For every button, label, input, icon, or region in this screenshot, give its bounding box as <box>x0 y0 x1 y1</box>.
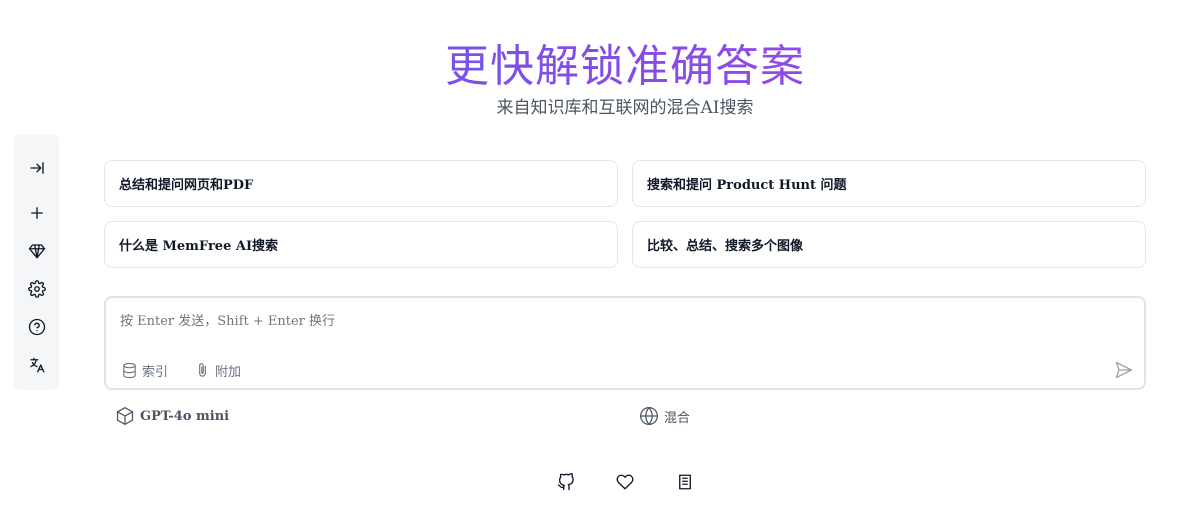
book-icon <box>679 474 691 490</box>
pricing-button[interactable] <box>24 238 49 263</box>
gear-icon <box>27 279 46 298</box>
settings-button[interactable] <box>24 276 49 301</box>
translate-icon <box>29 357 44 372</box>
model-label: GPT-4o mini <box>140 408 230 424</box>
search-box: 索引 附加 <box>104 296 1146 390</box>
help-button[interactable] <box>24 314 49 339</box>
plus-icon <box>30 206 43 219</box>
github-icon <box>557 473 574 491</box>
cube-icon <box>116 407 134 425</box>
suggestion-card[interactable]: 搜索和提问 Product Hunt 问题 <box>632 160 1146 207</box>
index-button[interactable]: 索引 <box>121 361 168 380</box>
search-mode-selector[interactable]: 混合 <box>639 406 690 426</box>
github-link[interactable] <box>556 472 576 492</box>
collapse-icon <box>29 161 44 174</box>
page-subtitle: 来自知识库和互联网的混合AI搜索 <box>496 98 754 118</box>
attach-button[interactable]: 附加 <box>194 361 241 380</box>
diamond-icon <box>28 243 45 258</box>
send-icon <box>1115 361 1133 379</box>
attach-label: 附加 <box>215 365 242 380</box>
sidebar <box>14 135 59 390</box>
heart-icon <box>616 474 634 490</box>
sponsor-link[interactable] <box>615 472 635 492</box>
suggestion-card[interactable]: 总结和提问网页和PDF <box>104 160 618 207</box>
model-selector[interactable]: GPT-4o mini <box>115 406 229 426</box>
page-title: 更快解锁准确答案 <box>0 30 1200 94</box>
globe-icon <box>640 407 658 425</box>
language-button[interactable] <box>24 352 49 377</box>
search-input[interactable] <box>120 314 1020 329</box>
collapse-sidebar-button[interactable] <box>24 155 49 180</box>
index-label: 索引 <box>142 365 169 380</box>
new-chat-button[interactable] <box>24 200 49 225</box>
database-icon <box>123 362 136 379</box>
suggestion-card[interactable]: 什么是 MemFree AI搜索 <box>104 221 618 268</box>
docs-link[interactable] <box>675 472 695 492</box>
send-button[interactable] <box>1114 360 1136 382</box>
mode-label: 混合 <box>664 410 691 426</box>
help-circle-icon <box>28 318 45 335</box>
paperclip-icon <box>199 363 206 377</box>
suggestion-card[interactable]: 比较、总结、搜索多个图像 <box>632 221 1146 268</box>
